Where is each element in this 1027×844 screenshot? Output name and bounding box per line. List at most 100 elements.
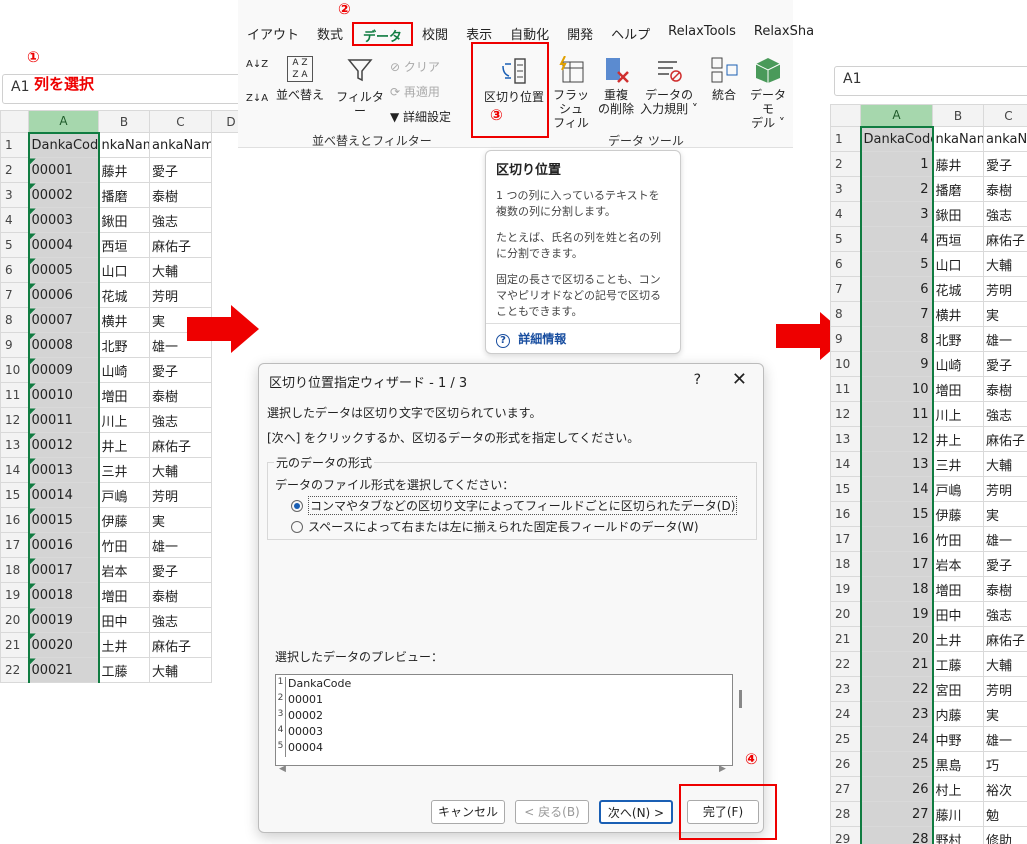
left-row-header[interactable]: 9	[0, 332, 29, 358]
clear-button[interactable]: ⊘ クリア	[390, 58, 440, 75]
left-row-header[interactable]: 21	[0, 632, 29, 658]
left-row-header[interactable]: 10	[0, 357, 29, 383]
left-cell[interactable]: 00016	[27, 532, 100, 558]
right-cell[interactable]: 村上	[932, 776, 984, 802]
right-cell[interactable]: ankaNa	[983, 126, 1027, 152]
left-row-header[interactable]: 16	[0, 507, 29, 533]
sort-az-button[interactable]: A↓Z	[246, 58, 268, 72]
left-cell[interactable]: 三井	[98, 457, 150, 483]
right-cell[interactable]: 竹田	[932, 526, 984, 552]
right-cell[interactable]: 17	[859, 551, 934, 577]
right-cell[interactable]: 麻佑子	[983, 626, 1027, 652]
left-row-header[interactable]: 15	[0, 482, 29, 508]
left-cell[interactable]: 愛子	[149, 357, 212, 383]
right-cell[interactable]: 実	[983, 701, 1027, 727]
left-cell[interactable]: 00003	[27, 207, 100, 233]
right-row-header[interactable]: 18	[830, 551, 861, 577]
right-cell[interactable]: 修助	[983, 826, 1027, 844]
tab-7[interactable]: ヘルプ	[602, 22, 659, 46]
right-cell[interactable]: 3	[859, 201, 934, 227]
right-cell[interactable]: 大輔	[983, 651, 1027, 677]
preview-vscrollbar[interactable]	[739, 690, 742, 708]
left-cell[interactable]: 伊藤	[98, 507, 150, 533]
right-cell[interactable]: 北野	[932, 326, 984, 352]
left-row-header[interactable]: 11	[0, 382, 29, 408]
sort-button[interactable]: A ZZ A 並べ替え	[276, 56, 324, 102]
right-cell[interactable]: 宮田	[932, 676, 984, 702]
right-cell[interactable]: 泰樹	[983, 176, 1027, 202]
right-row-header[interactable]: 8	[830, 301, 861, 327]
right-cell[interactable]: 雄一	[983, 726, 1027, 752]
right-cell[interactable]: 5	[859, 251, 934, 277]
left-cell[interactable]: 芳明	[149, 282, 212, 308]
data-validation-button[interactable]: データの 入力規則 ˅	[640, 56, 698, 116]
left-cell[interactable]: 北野	[98, 332, 150, 358]
left-row-header[interactable]: 19	[0, 582, 29, 608]
left-cell[interactable]: DankaCode	[27, 132, 100, 158]
right-select-all[interactable]	[830, 104, 861, 127]
right-row-header[interactable]: 5	[830, 226, 861, 252]
left-cell[interactable]: 戸嶋	[98, 482, 150, 508]
left-cell[interactable]: 実	[149, 507, 212, 533]
right-cell[interactable]: 強志	[983, 601, 1027, 627]
right-cell[interactable]: 27	[859, 801, 934, 827]
right-cell[interactable]: 雄一	[983, 326, 1027, 352]
left-cell[interactable]: 大輔	[149, 457, 212, 483]
left-row-header[interactable]: 3	[0, 182, 29, 208]
right-cell[interactable]: 強志	[983, 201, 1027, 227]
right-row-header[interactable]: 21	[830, 626, 861, 652]
left-row-header[interactable]: 17	[0, 532, 29, 558]
right-col-header-B[interactable]: B	[932, 104, 984, 127]
left-row-header[interactable]: 1	[0, 132, 29, 158]
flash-fill-button[interactable]: フラッシュ フィル	[550, 56, 592, 130]
right-cell[interactable]: 愛子	[983, 351, 1027, 377]
left-cell[interactable]: 岩本	[98, 557, 150, 583]
right-cell[interactable]: 播磨	[932, 176, 984, 202]
left-cell[interactable]: 増田	[98, 382, 150, 408]
right-row-header[interactable]: 27	[830, 776, 861, 802]
left-cell[interactable]: 泰樹	[149, 182, 212, 208]
left-cell[interactable]: 横井	[98, 307, 150, 333]
right-cell[interactable]: 18	[859, 576, 934, 602]
dialog-help-button[interactable]: ?	[694, 372, 701, 388]
right-row-header[interactable]: 4	[830, 201, 861, 227]
right-cell[interactable]: 16	[859, 526, 934, 552]
right-cell[interactable]: 強志	[983, 401, 1027, 427]
left-cell[interactable]: 播磨	[98, 182, 150, 208]
filter-button[interactable]: フィルター	[334, 56, 386, 118]
advanced-button[interactable]: ▼ 詳細設定	[390, 108, 451, 125]
left-row-header[interactable]: 12	[0, 407, 29, 433]
right-cell[interactable]: 泰樹	[983, 576, 1027, 602]
left-cell[interactable]: 井上	[98, 432, 150, 458]
right-cell[interactable]: 増田	[932, 376, 984, 402]
left-cell[interactable]: 00001	[27, 157, 100, 183]
left-cell[interactable]: 00011	[27, 407, 100, 433]
tab-3[interactable]: 校閲	[413, 22, 457, 46]
right-cell[interactable]: 28	[859, 826, 934, 844]
left-cell[interactable]: 00013	[27, 457, 100, 483]
right-row-header[interactable]: 1	[830, 126, 861, 152]
right-cell[interactable]: 中野	[932, 726, 984, 752]
scroll-left-icon[interactable]: ◀	[279, 764, 286, 774]
right-cell[interactable]: 21	[859, 651, 934, 677]
remove-duplicates-button[interactable]: 重複 の削除	[594, 56, 638, 116]
right-cell[interactable]: 芳明	[983, 476, 1027, 502]
right-cell[interactable]: 13	[859, 451, 934, 477]
right-row-header[interactable]: 17	[830, 526, 861, 552]
cancel-button[interactable]: キャンセル	[431, 800, 505, 824]
right-row-header[interactable]: 22	[830, 651, 861, 677]
right-cell[interactable]: 7	[859, 301, 934, 327]
left-cell[interactable]: 00017	[27, 557, 100, 583]
right-row-header[interactable]: 24	[830, 701, 861, 727]
right-cell[interactable]: 愛子	[983, 151, 1027, 177]
left-row-header[interactable]: 4	[0, 207, 29, 233]
left-row-header[interactable]: 22	[0, 657, 29, 683]
right-row-header[interactable]: 28	[830, 801, 861, 827]
right-row-header[interactable]: 15	[830, 476, 861, 502]
left-cell[interactable]: 00012	[27, 432, 100, 458]
right-cell[interactable]: 藤川	[932, 801, 984, 827]
left-cell[interactable]: 西垣	[98, 232, 150, 258]
right-cell[interactable]: 泰樹	[983, 376, 1027, 402]
left-cell[interactable]: 鍬田	[98, 207, 150, 233]
right-cell[interactable]: 西垣	[932, 226, 984, 252]
